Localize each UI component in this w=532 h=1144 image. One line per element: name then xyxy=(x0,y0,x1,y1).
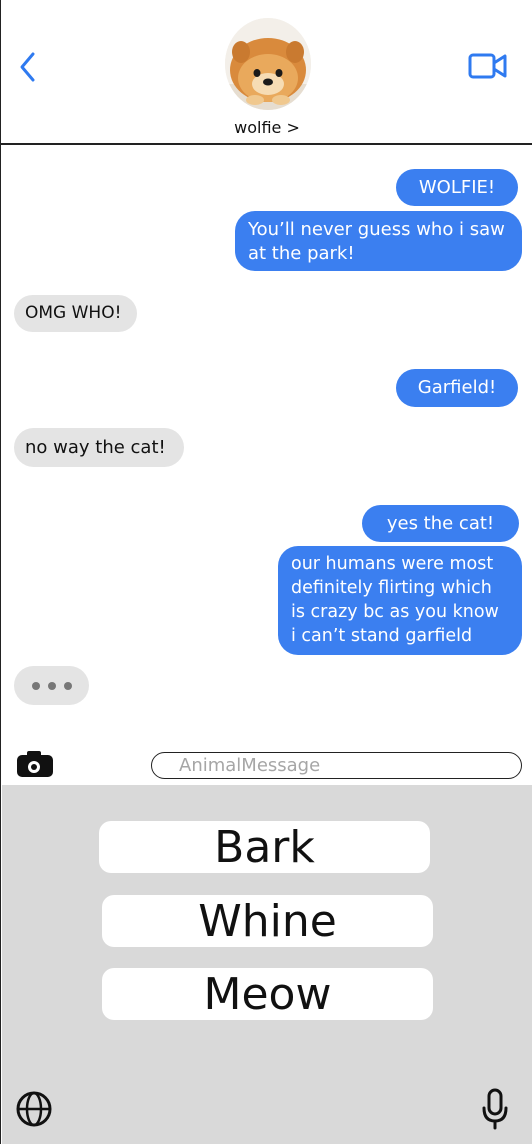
message-input[interactable] xyxy=(151,752,522,779)
message-bubble-outgoing[interactable]: our humans were most definitely flirting… xyxy=(278,546,522,655)
typing-dot xyxy=(47,681,56,690)
key-bark[interactable]: Bark xyxy=(99,821,430,873)
message-bubble-incoming[interactable]: OMG WHO! xyxy=(14,295,137,332)
typing-indicator xyxy=(14,666,89,705)
key-whine[interactable]: Whine xyxy=(102,895,433,947)
message-bubble-outgoing[interactable]: yes the cat! xyxy=(362,505,519,542)
message-bubble-outgoing[interactable]: WOLFIE! xyxy=(396,169,518,206)
camera-icon[interactable] xyxy=(16,750,54,778)
message-bubble-incoming[interactable]: no way the cat! xyxy=(14,428,184,467)
chat-screen: wolfie > WOLFIE! You’ll never guess who … xyxy=(0,0,532,1144)
contact-name[interactable]: wolfie > xyxy=(1,118,532,137)
message-bubble-outgoing[interactable]: You’ll never guess who i saw at the park… xyxy=(235,211,522,271)
header-divider xyxy=(1,143,532,145)
typing-dot xyxy=(31,681,40,690)
microphone-icon[interactable] xyxy=(481,1088,509,1130)
globe-icon[interactable] xyxy=(15,1090,53,1128)
key-meow[interactable]: Meow xyxy=(102,968,433,1020)
message-bubble-outgoing[interactable]: Garfield! xyxy=(396,369,518,407)
contact-avatar[interactable] xyxy=(225,18,311,110)
typing-dot xyxy=(63,681,72,690)
video-camera-icon[interactable] xyxy=(467,50,509,82)
back-chevron-icon[interactable] xyxy=(15,50,41,84)
